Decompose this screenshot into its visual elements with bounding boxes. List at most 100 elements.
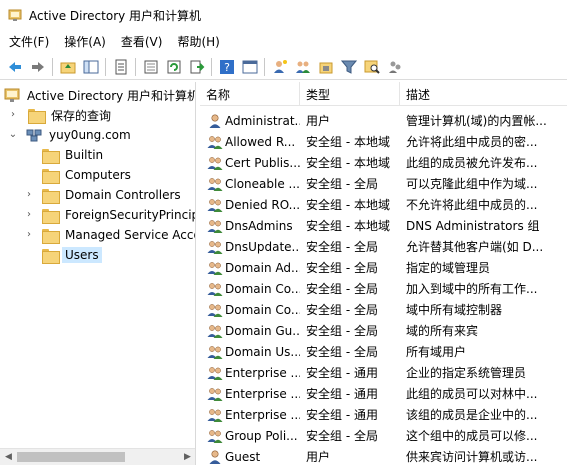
cell-description: 允许替其他客户端(如 D...	[406, 240, 544, 254]
row-name-text: Domain Gu...	[225, 323, 300, 338]
cell-description: 管理计算机(域)的内置帐...	[406, 114, 547, 128]
menu-item[interactable]: 查看(V)	[115, 33, 169, 50]
group-icon	[207, 260, 223, 276]
menu-item[interactable]: 文件(F)	[3, 33, 55, 50]
cell-name: Domain Ad...	[200, 260, 300, 276]
list-row[interactable]: Cert Publis... 安全组 - 本地域 此组的成员被允许发布...	[200, 152, 567, 173]
tree-item-ou[interactable]: Computers	[24, 165, 134, 185]
list-row[interactable]: DnsUpdate... 安全组 - 全局 允许替其他客户端(如 D...	[200, 236, 567, 257]
list-row[interactable]: Domain Us... 安全组 - 全局 所有域用户	[200, 341, 567, 362]
cell-type: 安全组 - 本地域	[306, 219, 390, 233]
list-row[interactable]: Denied RO... 安全组 - 本地域 不允许将此组中成员的...	[200, 194, 567, 215]
refresh-icon[interactable]	[163, 56, 185, 78]
folder-icon	[42, 148, 60, 164]
tree-item-saved-queries[interactable]: › 保存的查询	[8, 105, 114, 125]
row-name-text: Administrat...	[225, 113, 300, 128]
new-group-icon[interactable]	[292, 56, 314, 78]
up-folder-icon[interactable]	[57, 56, 79, 78]
tree-item-ou[interactable]: Users	[24, 245, 102, 265]
cell-name: Guest	[200, 449, 300, 465]
collapse-chevron-icon[interactable]: ⌄	[8, 130, 18, 140]
show-hide-icon[interactable]	[239, 56, 261, 78]
list-row[interactable]: Domain Ad... 安全组 - 全局 指定的域管理员	[200, 257, 567, 278]
row-name-text: Domain Us...	[225, 344, 300, 359]
list-row[interactable]: Cloneable ... 安全组 - 全局 可以克隆此组中作为域...	[200, 173, 567, 194]
list-row[interactable]: DnsAdmins 安全组 - 本地域 DNS Administrators 组	[200, 215, 567, 236]
forward-arrow-icon[interactable]	[27, 56, 49, 78]
add-to-group-icon[interactable]	[384, 56, 406, 78]
list-row[interactable]: Domain Co... 安全组 - 全局 域中所有域控制器	[200, 299, 567, 320]
list-row[interactable]: Guest 用户 供来宾访问计算机或访...	[200, 446, 567, 465]
group-icon	[207, 365, 223, 381]
cell-type: 安全组 - 本地域	[306, 135, 390, 149]
properties-doc-icon[interactable]	[110, 56, 132, 78]
expand-chevron-icon[interactable]: ›	[8, 110, 18, 120]
console-tree-pane[interactable]: Active Directory 用户和计算机 › 保存的查询 ⌄ yuy0un…	[0, 82, 196, 465]
scrollbar-thumb[interactable]	[17, 452, 125, 462]
folder-icon	[42, 208, 60, 224]
scroll-right-icon[interactable]: ▶	[179, 449, 195, 465]
list-row[interactable]: Enterprise ... 安全组 - 通用 该组的成员是企业中的...	[200, 404, 567, 425]
cell-type: 安全组 - 全局	[306, 345, 378, 359]
column-header-description[interactable]: 描述	[400, 82, 567, 106]
details-list-pane[interactable]: 名称 类型 描述 Administrat... 用户 管理计算机(域)的内置帐...…	[200, 82, 567, 465]
cell-type: 安全组 - 全局	[306, 429, 378, 443]
svg-text:?: ?	[224, 61, 230, 74]
list-row[interactable]: Allowed R... 安全组 - 本地域 允许将此组中成员的密...	[200, 131, 567, 152]
expand-chevron-icon[interactable]: ›	[24, 190, 34, 200]
toolbar: ?	[0, 54, 567, 80]
export-list-icon[interactable]	[140, 56, 162, 78]
user-icon	[207, 113, 223, 129]
group-icon	[207, 428, 223, 444]
cell-type: 安全组 - 全局	[306, 261, 378, 275]
list-row[interactable]: Administrat... 用户 管理计算机(域)的内置帐...	[200, 110, 567, 131]
menu-item[interactable]: 操作(A)	[58, 33, 112, 50]
export-icon[interactable]	[186, 56, 208, 78]
column-header-name[interactable]: 名称	[200, 82, 300, 106]
row-name-text: Domain Co...	[225, 302, 300, 317]
tree-root[interactable]: Active Directory 用户和计算机	[4, 85, 195, 105]
row-name-text: Guest	[225, 449, 261, 464]
cell-type: 用户	[306, 114, 331, 128]
help-icon[interactable]: ?	[216, 56, 238, 78]
expand-chevron-icon[interactable]: ›	[24, 210, 34, 220]
list-row[interactable]: Group Poli... 安全组 - 全局 这个组中的成员可以修...	[200, 425, 567, 446]
list-row[interactable]: Enterprise ... 安全组 - 通用 此组的成员可以对林中...	[200, 383, 567, 404]
cell-name: Cloneable ...	[200, 176, 300, 192]
tree-item-domain[interactable]: ⌄ yuy0ung.com	[8, 125, 134, 145]
toolbar-separator	[52, 57, 53, 76]
expand-chevron-icon[interactable]: ›	[24, 230, 34, 240]
back-arrow-icon[interactable]	[4, 56, 26, 78]
scroll-left-icon[interactable]: ◀	[0, 449, 17, 465]
tree-item-ou[interactable]: › ForeignSecurityPrincipa	[24, 205, 195, 225]
cell-type: 安全组 - 通用	[306, 387, 378, 401]
cell-name: DnsAdmins	[200, 218, 300, 234]
find-icon[interactable]	[361, 56, 383, 78]
list-row[interactable]: Domain Gu... 安全组 - 全局 域的所有来宾	[200, 320, 567, 341]
row-name-text: Allowed R...	[225, 134, 296, 149]
list-row[interactable]: Enterprise ... 安全组 - 通用 企业的指定系统管理员	[200, 362, 567, 383]
new-user-icon[interactable]	[269, 56, 291, 78]
new-ou-icon[interactable]	[315, 56, 337, 78]
column-header-type[interactable]: 类型	[300, 82, 400, 106]
list-row[interactable]: Domain Co... 安全组 - 全局 加入到域中的所有工作...	[200, 278, 567, 299]
tree-item-label: Computers	[65, 168, 131, 182]
tree-item-ou[interactable]: › Domain Controllers	[24, 185, 184, 205]
toolbar-separator	[105, 57, 106, 76]
cell-type: 安全组 - 全局	[306, 240, 378, 254]
row-name-text: Domain Ad...	[225, 260, 300, 275]
cell-name: Domain Co...	[200, 281, 300, 297]
menu-item[interactable]: 帮助(H)	[171, 33, 225, 50]
tree-item-ou[interactable]: Builtin	[24, 145, 106, 165]
cell-name: Domain Gu...	[200, 323, 300, 339]
title-bar: Active Directory 用户和计算机	[0, 0, 567, 30]
horizontal-scrollbar[interactable]: ◀ ▶	[0, 448, 195, 465]
cell-type: 安全组 - 全局	[306, 324, 378, 338]
group-icon	[207, 386, 223, 402]
tree-item-ou[interactable]: › Managed Service Acco	[24, 225, 195, 245]
console-tree-icon[interactable]	[80, 56, 102, 78]
filter-icon[interactable]	[338, 56, 360, 78]
